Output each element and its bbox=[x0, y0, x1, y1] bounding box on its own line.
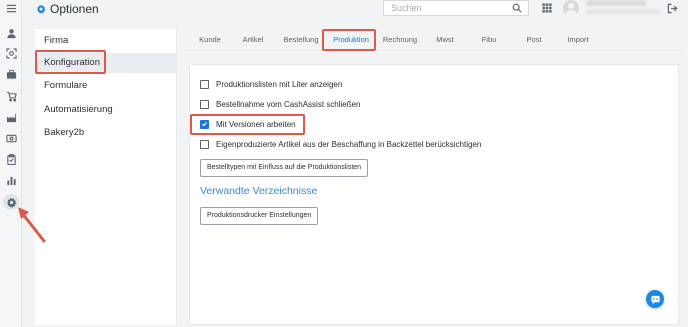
settings-gear-icon bbox=[37, 4, 46, 14]
tutorial-arrow bbox=[18, 207, 46, 243]
section-title-verwandte-verzeichnisse: Verwandte Verzeichnisse bbox=[200, 185, 318, 197]
tab-fibu[interactable]: Fibu bbox=[474, 29, 504, 51]
tab-kunde[interactable]: Kunde bbox=[192, 29, 228, 51]
logout-icon[interactable] bbox=[667, 3, 678, 14]
main-content: Kunde Artikel Bestellung Produktion Rech… bbox=[182, 29, 682, 325]
person-icon[interactable] bbox=[3, 25, 19, 41]
option-eigenproduzierte-artikel[interactable]: Eigenproduzierte Artikel aus der Beschaf… bbox=[200, 137, 481, 151]
bestelltypen-button[interactable]: Bestelltypen mit Einfluss auf die Produk… bbox=[200, 159, 369, 177]
avatar[interactable] bbox=[563, 0, 579, 16]
option-label: Produktionslisten mit Liter anzeigen bbox=[216, 79, 343, 89]
top-bar: Optionen bbox=[22, 0, 688, 20]
checkmark-icon bbox=[202, 122, 208, 127]
option-mit-versionen-arbeiten[interactable]: Mit Versionen arbeiten bbox=[200, 117, 296, 131]
option-label: Mit Versionen arbeiten bbox=[216, 119, 296, 129]
page-title-text: Optionen bbox=[50, 2, 99, 16]
tab-rechnung[interactable]: Rechnung bbox=[379, 29, 421, 51]
checkbox-checked[interactable] bbox=[200, 119, 209, 129]
sidebar-item-bakery2b[interactable]: Bakery2b bbox=[35, 123, 177, 143]
scan-icon[interactable] bbox=[3, 45, 19, 61]
tab-bar: Kunde Artikel Bestellung Produktion Rech… bbox=[182, 29, 682, 51]
settings-sidebar: Firma Konfiguration Formulare Automatisi… bbox=[35, 29, 177, 325]
chat-widget-button[interactable] bbox=[646, 290, 664, 308]
briefcase-icon[interactable] bbox=[3, 66, 19, 82]
produktionsdrucker-einstellungen-button[interactable]: Produktionsdrucker Einstellungen bbox=[200, 207, 319, 225]
search-box bbox=[383, 0, 529, 16]
search-input[interactable] bbox=[384, 1, 504, 15]
checkbox[interactable] bbox=[200, 79, 209, 89]
sidebar-item-automatisierung[interactable]: Automatisierung bbox=[35, 100, 177, 120]
apps-grid-icon[interactable] bbox=[542, 3, 552, 13]
clipboard-icon[interactable] bbox=[3, 151, 19, 167]
tab-import[interactable]: Import bbox=[560, 29, 596, 51]
tab-bestellung[interactable]: Bestellung bbox=[279, 29, 323, 51]
sidebar-item-konfiguration[interactable]: Konfiguration bbox=[35, 53, 177, 73]
checkbox[interactable] bbox=[200, 99, 209, 109]
tab-mwst[interactable]: Mwst bbox=[429, 29, 461, 51]
user-email-blurred bbox=[586, 9, 660, 14]
menu-icon[interactable] bbox=[3, 0, 19, 16]
search-icon[interactable] bbox=[512, 3, 522, 13]
tab-produktion[interactable]: Produktion bbox=[328, 29, 374, 51]
page-title: Optionen bbox=[36, 2, 99, 16]
cart-icon[interactable] bbox=[3, 88, 19, 104]
factory-icon[interactable] bbox=[3, 109, 19, 125]
cash-icon[interactable] bbox=[3, 130, 19, 146]
option-label: Eigenproduzierte Artikel aus der Beschaf… bbox=[216, 139, 482, 149]
chat-icon bbox=[650, 295, 660, 305]
sidebar-item-formulare[interactable]: Formulare bbox=[35, 76, 177, 96]
option-label: Bestellnahme vom CashAssist schließen bbox=[216, 99, 361, 109]
tab-artikel[interactable]: Artikel bbox=[235, 29, 271, 51]
sidebar-item-firma[interactable]: Firma bbox=[35, 31, 177, 51]
option-produktionslisten-liter[interactable]: Produktionslisten mit Liter anzeigen bbox=[200, 77, 342, 91]
user-name-blurred bbox=[586, 0, 646, 6]
bar-chart-icon[interactable] bbox=[3, 172, 19, 188]
checkbox[interactable] bbox=[200, 139, 209, 149]
options-card: Produktionslisten mit Liter anzeigen Bes… bbox=[189, 64, 679, 325]
icon-rail bbox=[0, 0, 22, 327]
option-bestellnahme-schliessen[interactable]: Bestellnahme vom CashAssist schließen bbox=[200, 97, 361, 111]
tab-post[interactable]: Post bbox=[519, 29, 549, 51]
